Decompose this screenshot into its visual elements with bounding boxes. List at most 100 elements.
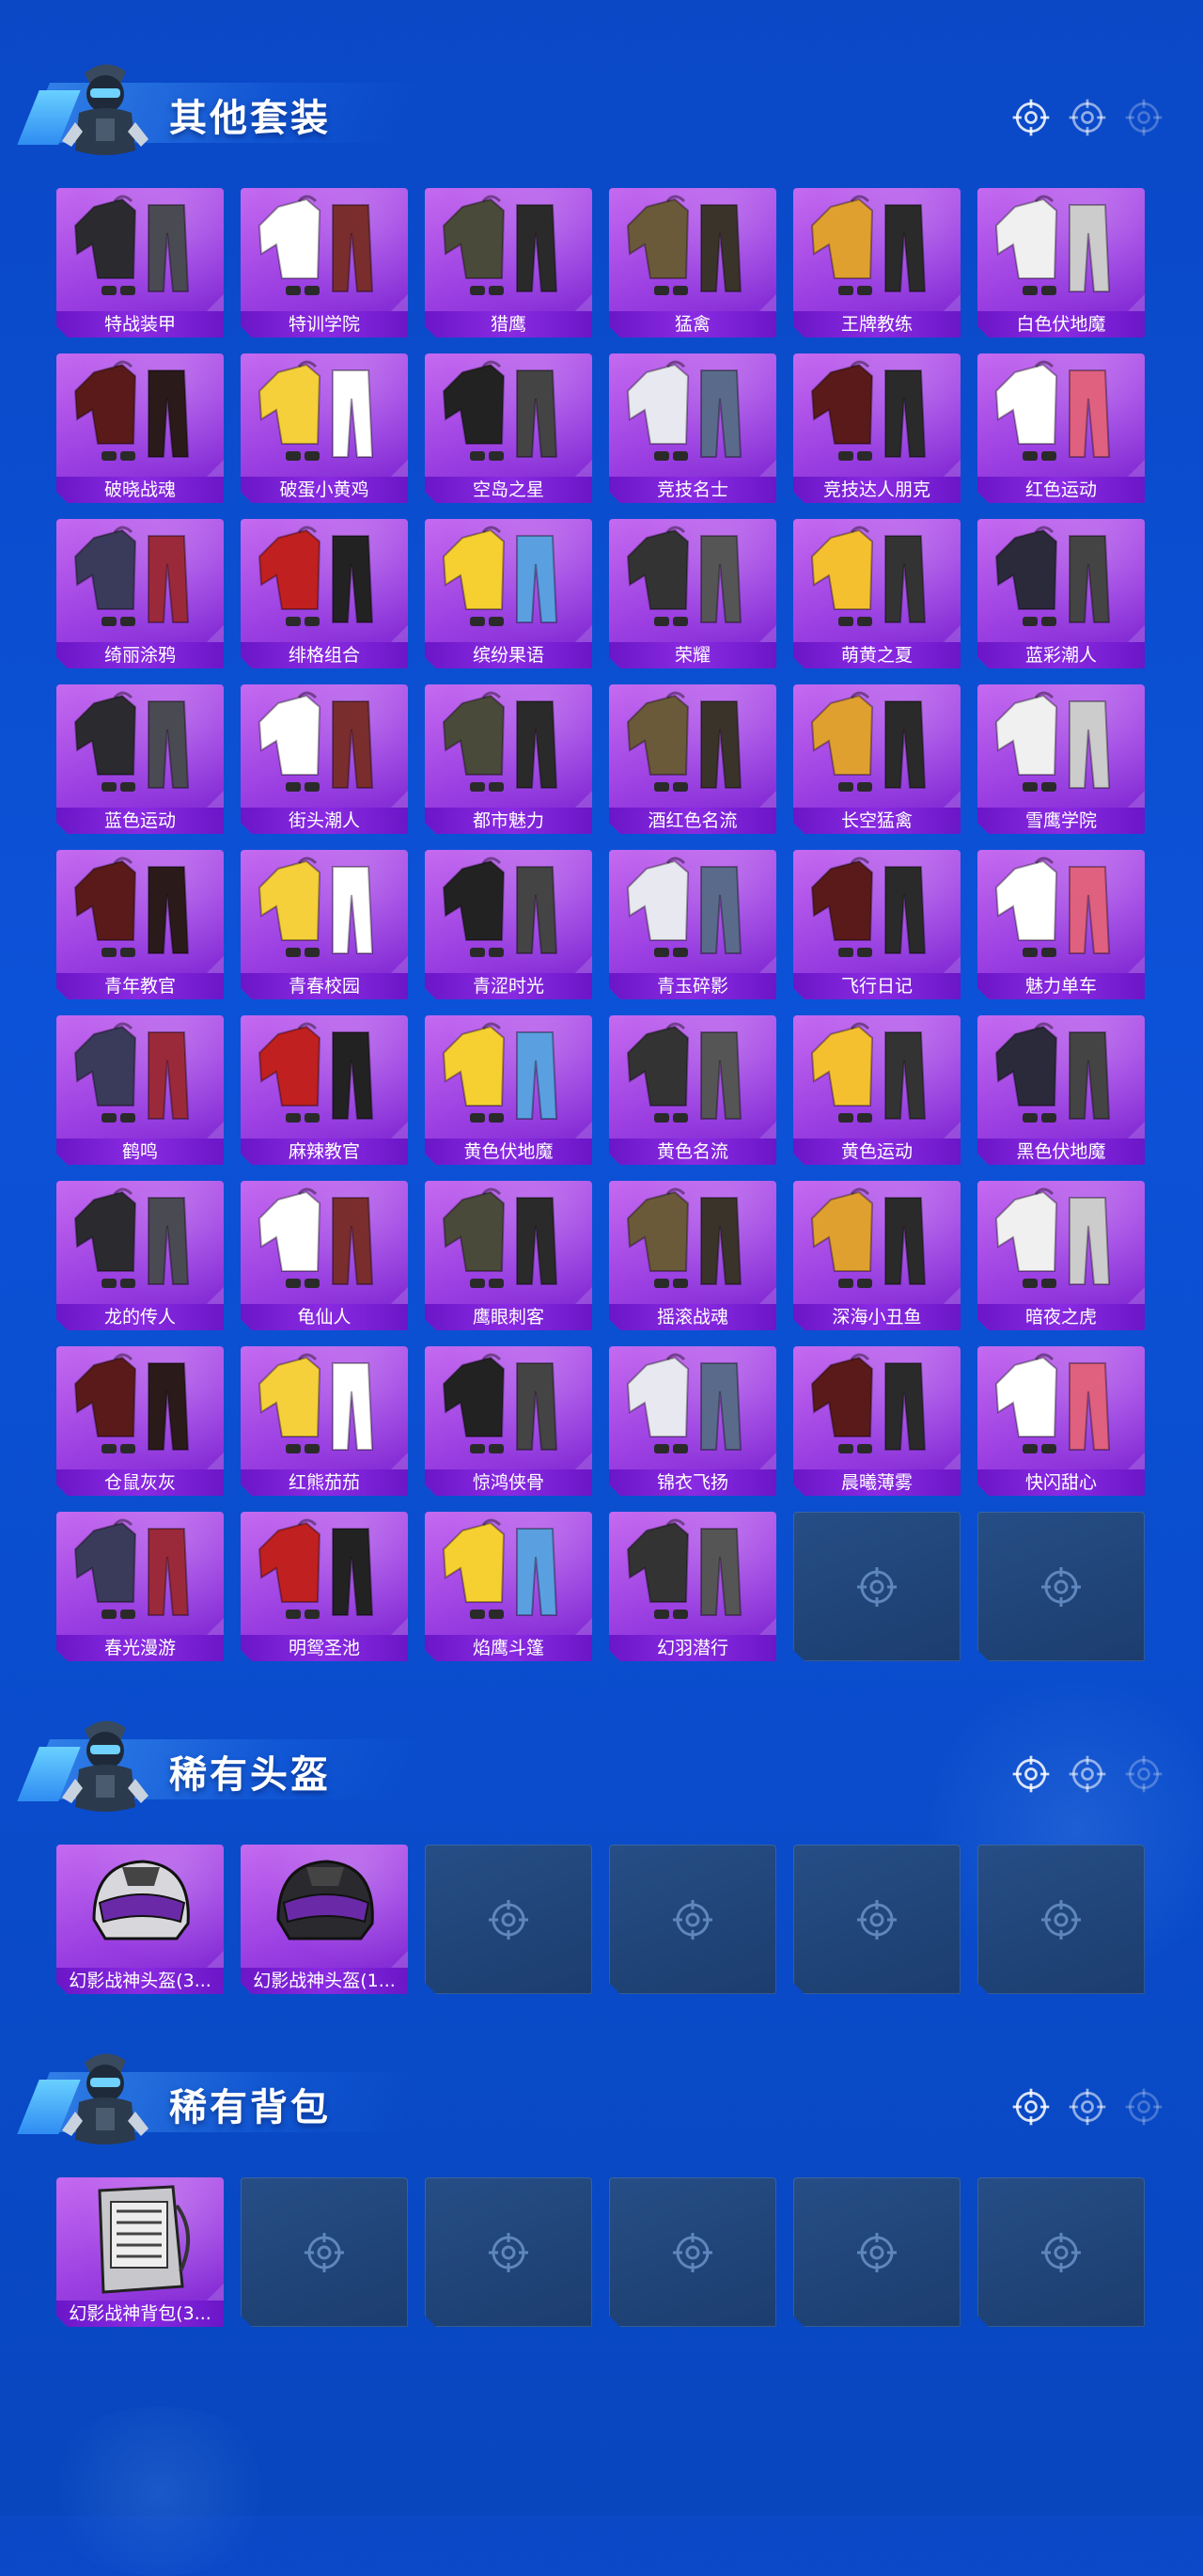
- item-label: 焰鹰斗篷: [425, 1635, 592, 1661]
- item-card[interactable]: 雪鹰学院: [977, 684, 1145, 834]
- item-card[interactable]: 仓鼠灰灰: [56, 1346, 224, 1496]
- item-card[interactable]: 幻影战神背包(3...: [56, 2177, 224, 2327]
- mascot-icon: [58, 2046, 152, 2149]
- item-card[interactable]: 红色运动: [977, 353, 1145, 503]
- item-label: 蓝色运动: [56, 808, 224, 834]
- outfit-icon: [56, 353, 224, 474]
- item-card[interactable]: 暗夜之虎: [977, 1181, 1145, 1330]
- item-label: 绮丽涂鸦: [56, 642, 224, 668]
- outfit-icon: [56, 1015, 224, 1136]
- item-label: 黄色名流: [609, 1139, 776, 1165]
- item-card[interactable]: 鹤鸣: [56, 1015, 224, 1165]
- item-card[interactable]: 特战装甲: [56, 188, 224, 338]
- item-card[interactable]: 蓝色运动: [56, 684, 224, 834]
- item-label: 缤纷果语: [425, 642, 592, 668]
- item-label: 空岛之星: [425, 477, 592, 503]
- outfit-icon: [609, 353, 776, 474]
- item-card[interactable]: 缤纷果语: [425, 519, 592, 668]
- outfit-icon: [241, 353, 408, 474]
- outfit-icon: [425, 850, 592, 970]
- item-card[interactable]: 荣耀: [609, 519, 776, 668]
- item-card[interactable]: 鹰眼刺客: [425, 1181, 592, 1330]
- item-card[interactable]: 猛禽: [609, 188, 776, 338]
- outfit-icon: [56, 850, 224, 970]
- item-card[interactable]: 明鸳圣池: [241, 1512, 408, 1661]
- mascot-icon: [58, 1713, 152, 1816]
- crosshair-icon: [1122, 96, 1165, 143]
- item-card[interactable]: 竞技达人朋克: [793, 353, 961, 503]
- item-card[interactable]: 深海小丑鱼: [793, 1181, 961, 1330]
- item-label: 惊鸿侠骨: [425, 1469, 592, 1496]
- item-card[interactable]: 魅力单车: [977, 850, 1145, 999]
- item-label: 猎鹰: [425, 311, 592, 338]
- item-card[interactable]: 焰鹰斗篷: [425, 1512, 592, 1661]
- section-title: 其他套装: [169, 97, 331, 140]
- item-card[interactable]: 长空猛禽: [793, 684, 961, 834]
- item-card[interactable]: 青涩时光: [425, 850, 592, 999]
- item-card[interactable]: 蓝彩潮人: [977, 519, 1145, 668]
- item-card[interactable]: 幻羽潜行: [609, 1512, 776, 1661]
- item-card[interactable]: 黄色运动: [793, 1015, 961, 1165]
- item-card[interactable]: 黑色伏地魔: [977, 1015, 1145, 1165]
- item-label: 荣耀: [609, 642, 776, 668]
- outfit-icon: [793, 188, 961, 308]
- item-label: 黑色伏地魔: [977, 1139, 1145, 1165]
- outfit-icon: [609, 1181, 776, 1301]
- header-crosshair-deco: [1009, 96, 1165, 143]
- item-card[interactable]: 锦衣飞扬: [609, 1346, 776, 1496]
- item-label: 锦衣飞扬: [609, 1469, 776, 1496]
- item-card[interactable]: 惊鸿侠骨: [425, 1346, 592, 1496]
- item-card[interactable]: 特训学院: [241, 188, 408, 338]
- item-card[interactable]: 龙的传人: [56, 1181, 224, 1330]
- item-card[interactable]: 快闪甜心: [977, 1346, 1145, 1496]
- item-card[interactable]: 春光漫游: [56, 1512, 224, 1661]
- outfit-icon: [241, 1015, 408, 1136]
- item-card[interactable]: 黄色名流: [609, 1015, 776, 1165]
- item-card[interactable]: 空岛之星: [425, 353, 592, 503]
- outfit-icon: [241, 1512, 408, 1632]
- crosshair-icon: [1009, 1752, 1053, 1799]
- item-card[interactable]: 黄色伏地魔: [425, 1015, 592, 1165]
- helmet-icon: [56, 1845, 224, 1965]
- item-grid: 幻影战神头盔(3... 幻影战神头盔(1...: [56, 1845, 1145, 1994]
- outfit-icon: [977, 850, 1145, 970]
- item-card[interactable]: 红熊茄茄: [241, 1346, 408, 1496]
- item-label: 摇滚战魂: [609, 1304, 776, 1330]
- item-card[interactable]: 飞行日记: [793, 850, 961, 999]
- item-label: 黄色伏地魔: [425, 1139, 592, 1165]
- item-label: 猛禽: [609, 311, 776, 338]
- outfit-icon: [56, 1181, 224, 1301]
- item-card[interactable]: 麻辣教官: [241, 1015, 408, 1165]
- item-card[interactable]: 白色伏地魔: [977, 188, 1145, 338]
- outfit-icon: [793, 353, 961, 474]
- outfit-icon: [609, 850, 776, 970]
- item-card[interactable]: 竞技名士: [609, 353, 776, 503]
- item-card[interactable]: 破晓战魂: [56, 353, 224, 503]
- outfit-icon: [977, 1015, 1145, 1136]
- item-card[interactable]: 酒红色名流: [609, 684, 776, 834]
- item-label: 酒红色名流: [609, 808, 776, 834]
- section-title: 稀有背包: [169, 2086, 331, 2129]
- outfit-icon: [793, 1015, 961, 1136]
- item-card[interactable]: 摇滚战魂: [609, 1181, 776, 1330]
- item-label: 幻影战神头盔(1...: [241, 1968, 408, 1994]
- item-card[interactable]: 街头潮人: [241, 684, 408, 834]
- item-card[interactable]: 都市魅力: [425, 684, 592, 834]
- item-label: 竞技名士: [609, 477, 776, 503]
- item-label: 龙的传人: [56, 1304, 224, 1330]
- item-card[interactable]: 晨曦薄雾: [793, 1346, 961, 1496]
- item-card[interactable]: 猎鹰: [425, 188, 592, 338]
- item-card[interactable]: 青玉碎影: [609, 850, 776, 999]
- item-card[interactable]: 青春校园: [241, 850, 408, 999]
- item-card[interactable]: 龟仙人: [241, 1181, 408, 1330]
- item-card[interactable]: 绮丽涂鸦: [56, 519, 224, 668]
- item-label: 红色运动: [977, 477, 1145, 503]
- item-card[interactable]: 幻影战神头盔(1...: [241, 1845, 408, 1994]
- item-card[interactable]: 萌黄之夏: [793, 519, 961, 668]
- item-card[interactable]: 破蛋小黄鸡: [241, 353, 408, 503]
- outfit-icon: [56, 1346, 224, 1467]
- item-card[interactable]: 绯格组合: [241, 519, 408, 668]
- item-card[interactable]: 幻影战神头盔(3...: [56, 1845, 224, 1994]
- item-card[interactable]: 王牌教练: [793, 188, 961, 338]
- item-card[interactable]: 青年教官: [56, 850, 224, 999]
